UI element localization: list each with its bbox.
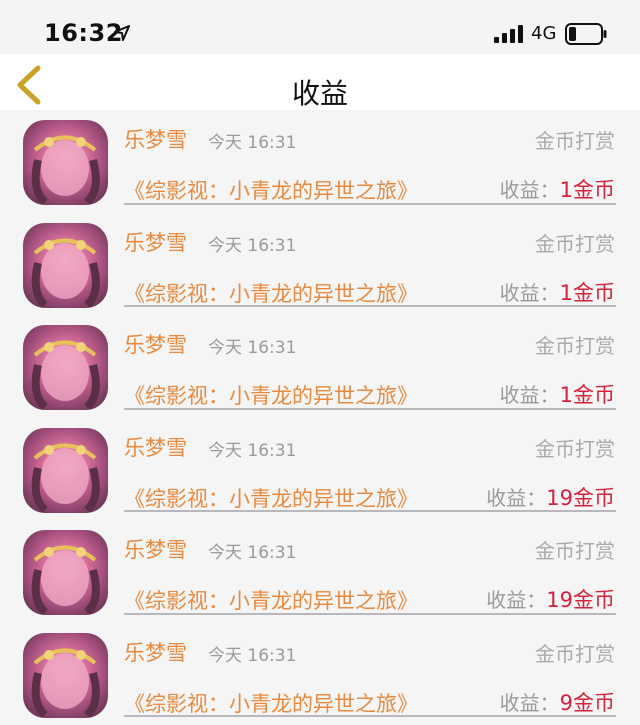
earnings: 收益：1金币 bbox=[500, 174, 615, 204]
earnings-label: 收益： bbox=[500, 383, 560, 407]
avatar-image bbox=[23, 633, 108, 718]
status-time: 16:32 bbox=[44, 19, 123, 47]
divider bbox=[124, 305, 616, 307]
sender-name: 乐梦雪 bbox=[124, 329, 187, 359]
earnings-label: 收益： bbox=[500, 691, 560, 715]
reward-type: 金币打赏 bbox=[535, 330, 615, 359]
earnings: 收益：1金币 bbox=[500, 277, 615, 307]
book-title[interactable]: 《综影视：小青龙的异世之旅》 bbox=[124, 585, 418, 615]
divider bbox=[124, 408, 616, 410]
book-title[interactable]: 《综影视：小青龙的异世之旅》 bbox=[124, 688, 418, 718]
reward-type: 金币打赏 bbox=[535, 433, 615, 462]
earnings-list: 乐梦雪 今天 16:31 金币打赏 《综影视：小青龙的异世之旅》 收益：1金币 … bbox=[0, 110, 640, 725]
avatar-image bbox=[23, 325, 108, 410]
sender-name: 乐梦雪 bbox=[124, 534, 187, 564]
earnings-amount: 1金币 bbox=[560, 383, 615, 407]
sender-name: 乐梦雪 bbox=[124, 124, 187, 154]
earnings: 收益：19金币 bbox=[486, 482, 615, 512]
avatar-image bbox=[23, 223, 108, 308]
earnings-label: 收益： bbox=[500, 281, 560, 305]
divider bbox=[124, 510, 616, 512]
earnings: 收益：1金币 bbox=[500, 379, 615, 409]
reward-type: 金币打赏 bbox=[535, 125, 615, 154]
avatar bbox=[23, 120, 108, 205]
list-item[interactable]: 乐梦雪 今天 16:31 金币打赏 《综影视：小青龙的异世之旅》 收益：19金币 bbox=[0, 418, 640, 521]
avatar bbox=[23, 633, 108, 718]
earnings-label: 收益： bbox=[486, 486, 546, 510]
location-arrow-icon bbox=[114, 25, 130, 41]
signal-bars-icon bbox=[494, 25, 524, 43]
earnings-amount: 19金币 bbox=[546, 486, 615, 510]
avatar bbox=[23, 223, 108, 308]
list-item[interactable]: 乐梦雪 今天 16:31 金币打赏 《综影视：小青龙的异世之旅》 收益：1金币 bbox=[0, 213, 640, 316]
earnings: 收益：19金币 bbox=[486, 584, 615, 614]
battery-icon bbox=[565, 23, 607, 45]
list-item[interactable]: 乐梦雪 今天 16:31 金币打赏 《综影视：小青龙的异世之旅》 收益：1金币 bbox=[0, 315, 640, 418]
sender-name: 乐梦雪 bbox=[124, 432, 187, 462]
earnings-label: 收益： bbox=[486, 588, 546, 612]
avatar-image bbox=[23, 428, 108, 513]
earnings-amount: 1金币 bbox=[560, 281, 615, 305]
avatar bbox=[23, 325, 108, 410]
earnings: 收益：9金币 bbox=[500, 687, 615, 717]
network-label: 4G bbox=[531, 23, 556, 44]
list-item[interactable]: 乐梦雪 今天 16:31 金币打赏 《综影视：小青龙的异世之旅》 收益：19金币 bbox=[0, 520, 640, 623]
earnings-amount: 19金币 bbox=[546, 588, 615, 612]
timestamp: 今天 16:31 bbox=[208, 128, 296, 153]
divider bbox=[124, 613, 616, 615]
avatar bbox=[23, 530, 108, 615]
timestamp: 今天 16:31 bbox=[208, 333, 296, 358]
reward-type: 金币打赏 bbox=[535, 228, 615, 257]
avatar-image bbox=[23, 120, 108, 205]
sender-name: 乐梦雪 bbox=[124, 227, 187, 257]
book-title[interactable]: 《综影视：小青龙的异世之旅》 bbox=[124, 483, 418, 513]
divider bbox=[124, 715, 616, 717]
earnings-amount: 1金币 bbox=[560, 178, 615, 202]
timestamp: 今天 16:31 bbox=[208, 641, 296, 666]
list-item[interactable]: 乐梦雪 今天 16:31 金币打赏 《综影视：小青龙的异世之旅》 收益：1金币 bbox=[0, 110, 640, 213]
book-title[interactable]: 《综影视：小青龙的异世之旅》 bbox=[124, 278, 418, 308]
sender-name: 乐梦雪 bbox=[124, 637, 187, 667]
nav-bar: 收益 bbox=[0, 54, 640, 110]
avatar-image bbox=[23, 530, 108, 615]
avatar bbox=[23, 428, 108, 513]
earnings-amount: 9金币 bbox=[560, 691, 615, 715]
earnings-label: 收益： bbox=[500, 178, 560, 202]
page-title: 收益 bbox=[0, 78, 640, 110]
list-item[interactable]: 乐梦雪 今天 16:31 金币打赏 《综影视：小青龙的异世之旅》 收益：9金币 bbox=[0, 623, 640, 725]
divider bbox=[124, 203, 616, 205]
book-title[interactable]: 《综影视：小青龙的异世之旅》 bbox=[124, 175, 418, 205]
timestamp: 今天 16:31 bbox=[208, 538, 296, 563]
status-bar: 16:32 4G bbox=[0, 0, 640, 54]
reward-type: 金币打赏 bbox=[535, 638, 615, 667]
reward-type: 金币打赏 bbox=[535, 535, 615, 564]
book-title[interactable]: 《综影视：小青龙的异世之旅》 bbox=[124, 380, 418, 410]
timestamp: 今天 16:31 bbox=[208, 231, 296, 256]
timestamp: 今天 16:31 bbox=[208, 436, 296, 461]
